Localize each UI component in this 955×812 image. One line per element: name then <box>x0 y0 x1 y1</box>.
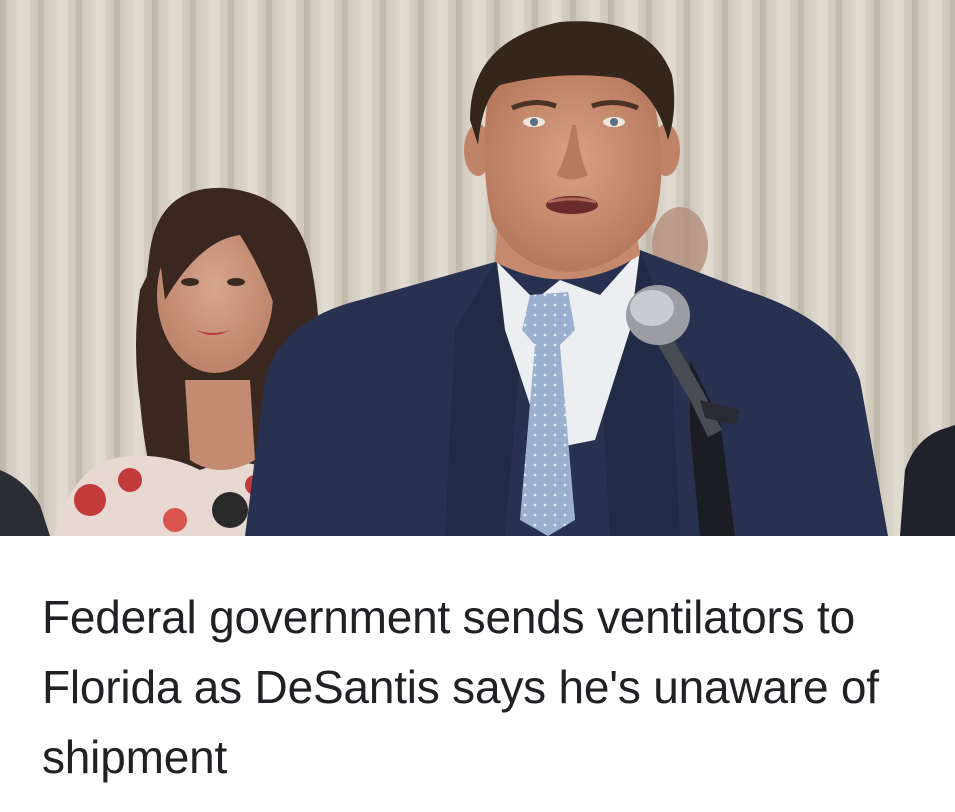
article-photo-illustration <box>0 0 955 536</box>
article-photo[interactable] <box>0 0 955 536</box>
news-card[interactable]: Federal government sends ventilators to … <box>0 0 955 812</box>
article-headline[interactable]: Federal government sends ventilators to … <box>42 582 922 792</box>
